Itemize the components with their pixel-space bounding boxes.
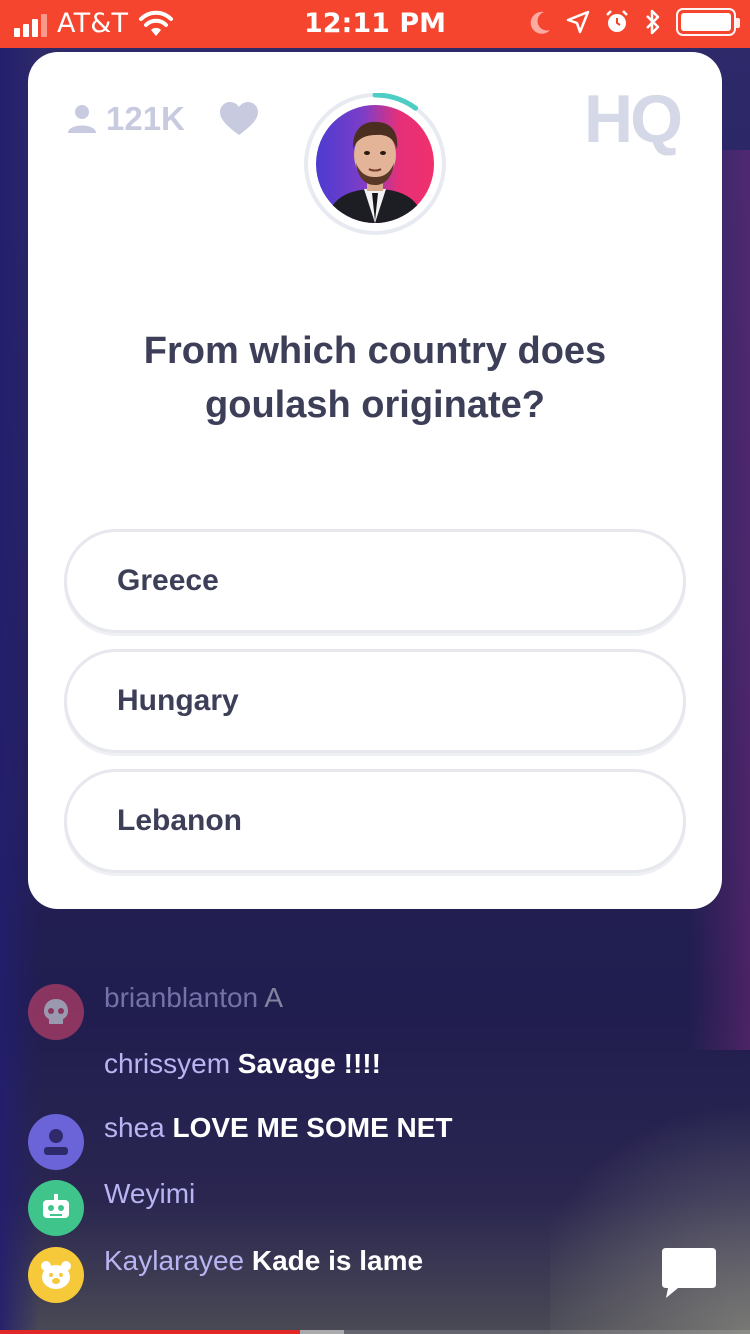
chat-username: chrissyem xyxy=(104,1048,231,1079)
chat-line: Kaylarayee Kade is lame xyxy=(104,1245,423,1277)
person-avatar-icon xyxy=(28,1114,84,1170)
video-progress-buffer xyxy=(300,1330,344,1334)
question-text: From which country does goulash originat… xyxy=(143,330,607,426)
location-arrow-icon xyxy=(566,10,590,34)
chat-line: chrissyem Savage !!!! xyxy=(104,1048,381,1080)
chat-line: shea LOVE ME SOME NET xyxy=(104,1112,453,1144)
chat-line: Weyimi xyxy=(104,1178,195,1210)
chat-line: brianblanton A xyxy=(104,982,283,1014)
chat-message-text: Kade is lame xyxy=(251,1245,424,1276)
viewer-count: 121K xyxy=(68,100,185,138)
status-bar: AT&T 12:11 PM xyxy=(0,0,750,48)
heart-icon[interactable] xyxy=(220,102,258,136)
chat-username: brianblanton xyxy=(104,982,259,1013)
question-card: 121K HQ From which country does goulash … xyxy=(28,52,722,909)
skull-avatar-icon xyxy=(28,984,84,1040)
alarm-icon xyxy=(606,10,628,32)
chat-message-text: LOVE ME SOME NET xyxy=(172,1112,453,1143)
moon-icon xyxy=(530,11,550,34)
person-icon xyxy=(68,105,96,133)
background-corner-glow xyxy=(550,1074,750,1334)
chat-message-text: A xyxy=(264,982,284,1013)
battery-icon xyxy=(676,8,740,36)
video-progress-bar xyxy=(0,1330,750,1334)
answer-option-3[interactable]: Lebanon xyxy=(64,769,686,873)
host-portrait-image xyxy=(326,121,424,223)
video-progress-played xyxy=(0,1330,300,1334)
chat-message-text: Savage !!!! xyxy=(237,1048,381,1079)
answer-option-1[interactable]: Greece xyxy=(64,529,686,633)
bluetooth-icon xyxy=(646,9,660,35)
viewer-count-label: 121K xyxy=(106,100,185,137)
status-right xyxy=(530,8,740,36)
answer-option-2[interactable]: Hungary xyxy=(64,649,686,753)
robot-avatar-icon xyxy=(28,1180,84,1236)
host-avatar-timer xyxy=(304,93,446,235)
chat-bubble-icon[interactable] xyxy=(660,1244,718,1302)
chat-username: Weyimi xyxy=(104,1178,196,1209)
hq-logo: HQ xyxy=(584,81,683,157)
chat-username: Kaylarayee xyxy=(104,1245,245,1276)
host-avatar xyxy=(316,105,434,223)
chat-username: shea xyxy=(104,1112,165,1143)
bear-avatar-icon xyxy=(28,1247,84,1303)
